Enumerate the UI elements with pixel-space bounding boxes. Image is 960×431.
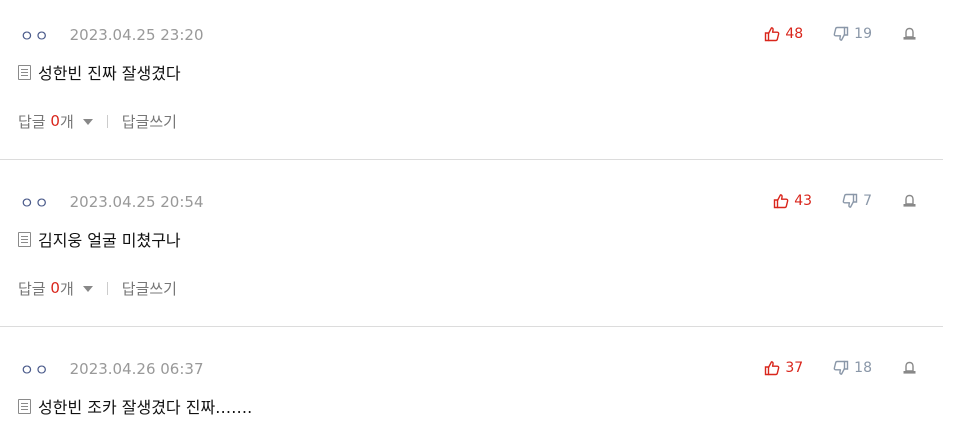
comment-votes: 43 7 xyxy=(773,190,943,212)
comment-body: 김지웅 얼굴 미쳤구나 xyxy=(18,227,181,251)
like-button[interactable]: 48 xyxy=(764,26,803,42)
comment-item: ㅇㅇ 2023.04.26 06:37 37 18 성한빈 조카 잘생겼다 진짜… xyxy=(0,327,943,431)
report-icon xyxy=(903,361,916,374)
comment-nickname[interactable]: ㅇㅇ xyxy=(20,359,50,380)
comment-nickname[interactable]: ㅇㅇ xyxy=(20,25,50,46)
thumbs-down-icon xyxy=(833,360,849,375)
comment-actions: 답글 0개 답글쓰기 xyxy=(18,109,177,133)
comment-date: 2023.04.25 23:20 xyxy=(69,26,204,44)
thumbs-up-icon xyxy=(774,194,789,209)
report-button[interactable] xyxy=(902,361,917,375)
reply-unit: 개 xyxy=(59,279,74,298)
divider xyxy=(106,114,108,128)
thumbs-up-icon xyxy=(765,27,780,42)
dislike-button[interactable]: 19 xyxy=(833,26,872,42)
comment-item: ㅇㅇ 2023.04.25 20:54 43 7 김지웅 얼굴 미쳤구나 답글 … xyxy=(0,160,943,327)
reply-count: 0 xyxy=(50,112,60,130)
dislike-button[interactable]: 18 xyxy=(833,360,872,376)
reply-label: 답글 xyxy=(18,112,46,131)
caret-down-icon xyxy=(82,286,93,292)
document-icon xyxy=(18,64,31,80)
reply-label: 답글 xyxy=(18,279,46,298)
comment-body: 성한빈 진짜 잘생겼다 xyxy=(18,60,181,84)
thumbs-down-icon xyxy=(842,193,858,208)
comment-meta: ㅇㅇ 2023.04.25 20:54 xyxy=(20,191,204,213)
dislike-button[interactable]: 7 xyxy=(842,193,872,209)
like-button[interactable]: 43 xyxy=(773,193,812,209)
comment-votes: 48 19 xyxy=(764,23,943,45)
divider xyxy=(106,281,108,295)
dislike-count: 19 xyxy=(854,26,872,42)
caret-down-icon xyxy=(82,119,93,125)
report-icon xyxy=(903,194,916,207)
comment-text: 김지웅 얼굴 미쳤구나 xyxy=(38,231,181,250)
dislike-count: 18 xyxy=(854,360,872,376)
comment-date: 2023.04.26 06:37 xyxy=(69,360,204,378)
like-count: 43 xyxy=(794,193,813,209)
reply-count: 0 xyxy=(50,279,60,297)
comment-nickname[interactable]: ㅇㅇ xyxy=(20,192,50,213)
comment-item: ㅇㅇ 2023.04.25 23:20 48 19 성한빈 진짜 잘생겼다 답글… xyxy=(0,0,943,160)
thumbs-down-icon xyxy=(833,26,849,41)
write-reply-button[interactable]: 답글쓰기 xyxy=(122,278,177,299)
like-count: 48 xyxy=(785,26,804,42)
comment-meta: ㅇㅇ 2023.04.25 23:20 xyxy=(20,24,204,46)
comment-list: ㅇㅇ 2023.04.25 23:20 48 19 성한빈 진짜 잘생겼다 답글… xyxy=(0,0,960,431)
comment-votes: 37 18 xyxy=(764,357,943,379)
comment-date: 2023.04.25 20:54 xyxy=(69,193,204,211)
document-icon xyxy=(18,231,31,247)
report-button[interactable] xyxy=(902,194,917,208)
like-count: 37 xyxy=(785,360,804,376)
document-icon xyxy=(18,398,31,414)
comment-actions: 답글 0개 답글쓰기 xyxy=(18,276,177,300)
dislike-count: 7 xyxy=(863,193,872,209)
report-button[interactable] xyxy=(902,27,917,41)
reply-toggle[interactable]: 답글 0개 xyxy=(18,278,93,299)
comment-meta: ㅇㅇ 2023.04.26 06:37 xyxy=(20,358,204,380)
comment-body: 성한빈 조카 잘생겼다 진짜……. xyxy=(18,394,252,418)
report-icon xyxy=(903,27,916,40)
comment-text: 성한빈 진짜 잘생겼다 xyxy=(38,64,181,83)
reply-unit: 개 xyxy=(59,112,74,131)
thumbs-up-icon xyxy=(765,361,780,376)
like-button[interactable]: 37 xyxy=(764,360,803,376)
comment-text: 성한빈 조카 잘생겼다 진짜……. xyxy=(38,398,253,417)
write-reply-button[interactable]: 답글쓰기 xyxy=(122,111,177,132)
reply-toggle[interactable]: 답글 0개 xyxy=(18,111,93,132)
